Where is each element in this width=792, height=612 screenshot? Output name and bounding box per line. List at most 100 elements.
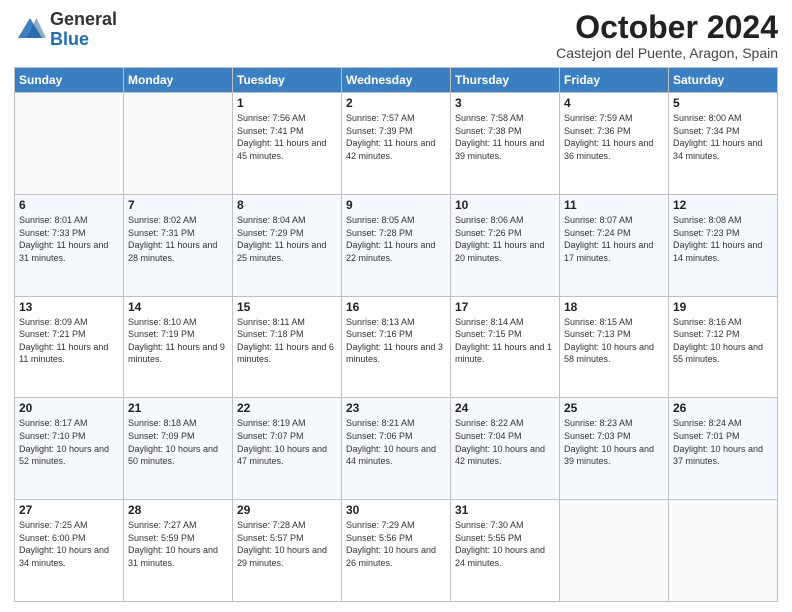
week-row-4: 20Sunrise: 8:17 AMSunset: 7:10 PMDayligh… [15,398,778,500]
day-number: 20 [19,401,119,415]
day-number: 13 [19,300,119,314]
day-number: 10 [455,198,555,212]
page: General Blue October 2024 Castejon del P… [0,0,792,612]
calendar-cell [15,93,124,195]
calendar-cell [124,93,233,195]
day-info: Sunrise: 8:04 AMSunset: 7:29 PMDaylight:… [237,214,337,264]
calendar-cell: 22 Sunrise: 8:19 AMSunset: 7:07 PMDayligh… [233,398,342,500]
weekday-header-tuesday: Tuesday [233,68,342,93]
calendar-cell: 2 Sunrise: 7:57 AMSunset: 7:39 PMDaylight… [342,93,451,195]
calendar-body: 1 Sunrise: 7:56 AMSunset: 7:41 PMDaylight… [15,93,778,602]
day-info: Sunrise: 8:22 AMSunset: 7:04 PMDaylight:… [455,417,555,467]
day-info: Sunrise: 7:59 AMSunset: 7:36 PMDaylight:… [564,112,664,162]
day-number: 5 [673,96,773,110]
day-info: Sunrise: 8:21 AMSunset: 7:06 PMDaylight:… [346,417,446,467]
header: General Blue October 2024 Castejon del P… [14,10,778,61]
calendar-cell: 29Sunrise: 7:28 AMSunset: 5:57 PMDayligh… [233,500,342,602]
day-info: Sunrise: 8:14 AMSunset: 7:15 PMDaylight:… [455,316,555,366]
day-info: Sunrise: 7:29 AMSunset: 5:56 PMDaylight:… [346,519,446,569]
day-number: 4 [564,96,664,110]
day-number: 17 [455,300,555,314]
logo-icon [14,14,46,46]
day-info: Sunrise: 8:23 AMSunset: 7:03 PMDaylight:… [564,417,664,467]
logo-blue: Blue [50,29,89,49]
calendar-cell: 23 Sunrise: 8:21 AMSunset: 7:06 PMDayligh… [342,398,451,500]
calendar-cell [560,500,669,602]
week-row-3: 13 Sunrise: 8:09 AMSunset: 7:21 PMDayligh… [15,296,778,398]
day-info: Sunrise: 8:24 AMSunset: 7:01 PMDaylight:… [673,417,773,467]
title-block: October 2024 Castejon del Puente, Aragon… [556,10,778,61]
calendar-cell: 11Sunrise: 8:07 AMSunset: 7:24 PMDayligh… [560,194,669,296]
day-number: 18 [564,300,664,314]
day-number: 21 [128,401,228,415]
day-info: Sunrise: 7:56 AMSunset: 7:41 PMDaylight:… [237,112,337,162]
calendar-cell: 3 Sunrise: 7:58 AMSunset: 7:38 PMDaylight… [451,93,560,195]
calendar-cell: 25Sunrise: 8:23 AMSunset: 7:03 PMDayligh… [560,398,669,500]
day-info: Sunrise: 8:09 AMSunset: 7:21 PMDaylight:… [19,316,119,366]
calendar-cell: 9 Sunrise: 8:05 AMSunset: 7:28 PMDaylight… [342,194,451,296]
calendar-cell: 14 Sunrise: 8:10 AMSunset: 7:19 PMDayligh… [124,296,233,398]
calendar-cell: 15Sunrise: 8:11 AMSunset: 7:18 PMDayligh… [233,296,342,398]
calendar-cell: 31 Sunrise: 7:30 AMSunset: 5:55 PMDayligh… [451,500,560,602]
day-info: Sunrise: 8:08 AMSunset: 7:23 PMDaylight:… [673,214,773,264]
day-number: 19 [673,300,773,314]
day-number: 28 [128,503,228,517]
day-number: 31 [455,503,555,517]
day-number: 6 [19,198,119,212]
weekday-header-friday: Friday [560,68,669,93]
week-row-1: 1 Sunrise: 7:56 AMSunset: 7:41 PMDaylight… [15,93,778,195]
calendar-cell: 1 Sunrise: 7:56 AMSunset: 7:41 PMDaylight… [233,93,342,195]
day-number: 26 [673,401,773,415]
day-number: 14 [128,300,228,314]
day-number: 9 [346,198,446,212]
day-number: 12 [673,198,773,212]
calendar-cell: 4 Sunrise: 7:59 AMSunset: 7:36 PMDaylight… [560,93,669,195]
calendar-cell: 13 Sunrise: 8:09 AMSunset: 7:21 PMDayligh… [15,296,124,398]
day-info: Sunrise: 8:13 AMSunset: 7:16 PMDaylight:… [346,316,446,366]
logo-text: General Blue [50,10,117,50]
logo: General Blue [14,10,117,50]
calendar-cell: 21 Sunrise: 8:18 AMSunset: 7:09 PMDayligh… [124,398,233,500]
weekday-header-monday: Monday [124,68,233,93]
calendar-cell: 26 Sunrise: 8:24 AMSunset: 7:01 PMDayligh… [669,398,778,500]
day-number: 7 [128,198,228,212]
day-info: Sunrise: 8:19 AMSunset: 7:07 PMDaylight:… [237,417,337,467]
day-info: Sunrise: 8:06 AMSunset: 7:26 PMDaylight:… [455,214,555,264]
location: Castejon del Puente, Aragon, Spain [556,45,778,61]
day-number: 22 [237,401,337,415]
day-info: Sunrise: 8:15 AMSunset: 7:13 PMDaylight:… [564,316,664,366]
day-number: 3 [455,96,555,110]
day-info: Sunrise: 8:10 AMSunset: 7:19 PMDaylight:… [128,316,228,366]
day-info: Sunrise: 7:27 AMSunset: 5:59 PMDaylight:… [128,519,228,569]
day-info: Sunrise: 7:25 AMSunset: 6:00 PMDaylight:… [19,519,119,569]
calendar-cell: 16Sunrise: 8:13 AMSunset: 7:16 PMDayligh… [342,296,451,398]
calendar-cell: 28 Sunrise: 7:27 AMSunset: 5:59 PMDayligh… [124,500,233,602]
day-info: Sunrise: 8:11 AMSunset: 7:18 PMDaylight:… [237,316,337,366]
weekday-header-saturday: Saturday [669,68,778,93]
day-number: 23 [346,401,446,415]
logo-general: General [50,9,117,29]
day-info: Sunrise: 7:58 AMSunset: 7:38 PMDaylight:… [455,112,555,162]
calendar-cell: 19Sunrise: 8:16 AMSunset: 7:12 PMDayligh… [669,296,778,398]
calendar-cell: 6Sunrise: 8:01 AMSunset: 7:33 PMDaylight… [15,194,124,296]
weekday-header-thursday: Thursday [451,68,560,93]
calendar-cell [669,500,778,602]
day-info: Sunrise: 8:07 AMSunset: 7:24 PMDaylight:… [564,214,664,264]
calendar-cell: 20Sunrise: 8:17 AMSunset: 7:10 PMDayligh… [15,398,124,500]
calendar-cell: 24Sunrise: 8:22 AMSunset: 7:04 PMDayligh… [451,398,560,500]
day-info: Sunrise: 8:05 AMSunset: 7:28 PMDaylight:… [346,214,446,264]
day-number: 1 [237,96,337,110]
calendar-cell: 10 Sunrise: 8:06 AMSunset: 7:26 PMDayligh… [451,194,560,296]
calendar-cell: 30 Sunrise: 7:29 AMSunset: 5:56 PMDayligh… [342,500,451,602]
calendar-cell: 8Sunrise: 8:04 AMSunset: 7:29 PMDaylight… [233,194,342,296]
day-info: Sunrise: 8:18 AMSunset: 7:09 PMDaylight:… [128,417,228,467]
day-info: Sunrise: 7:30 AMSunset: 5:55 PMDaylight:… [455,519,555,569]
day-number: 30 [346,503,446,517]
day-number: 2 [346,96,446,110]
day-info: Sunrise: 8:02 AMSunset: 7:31 PMDaylight:… [128,214,228,264]
day-info: Sunrise: 7:57 AMSunset: 7:39 PMDaylight:… [346,112,446,162]
weekday-header-sunday: Sunday [15,68,124,93]
calendar-cell: 7 Sunrise: 8:02 AMSunset: 7:31 PMDaylight… [124,194,233,296]
day-info: Sunrise: 8:00 AMSunset: 7:34 PMDaylight:… [673,112,773,162]
weekday-header-wednesday: Wednesday [342,68,451,93]
